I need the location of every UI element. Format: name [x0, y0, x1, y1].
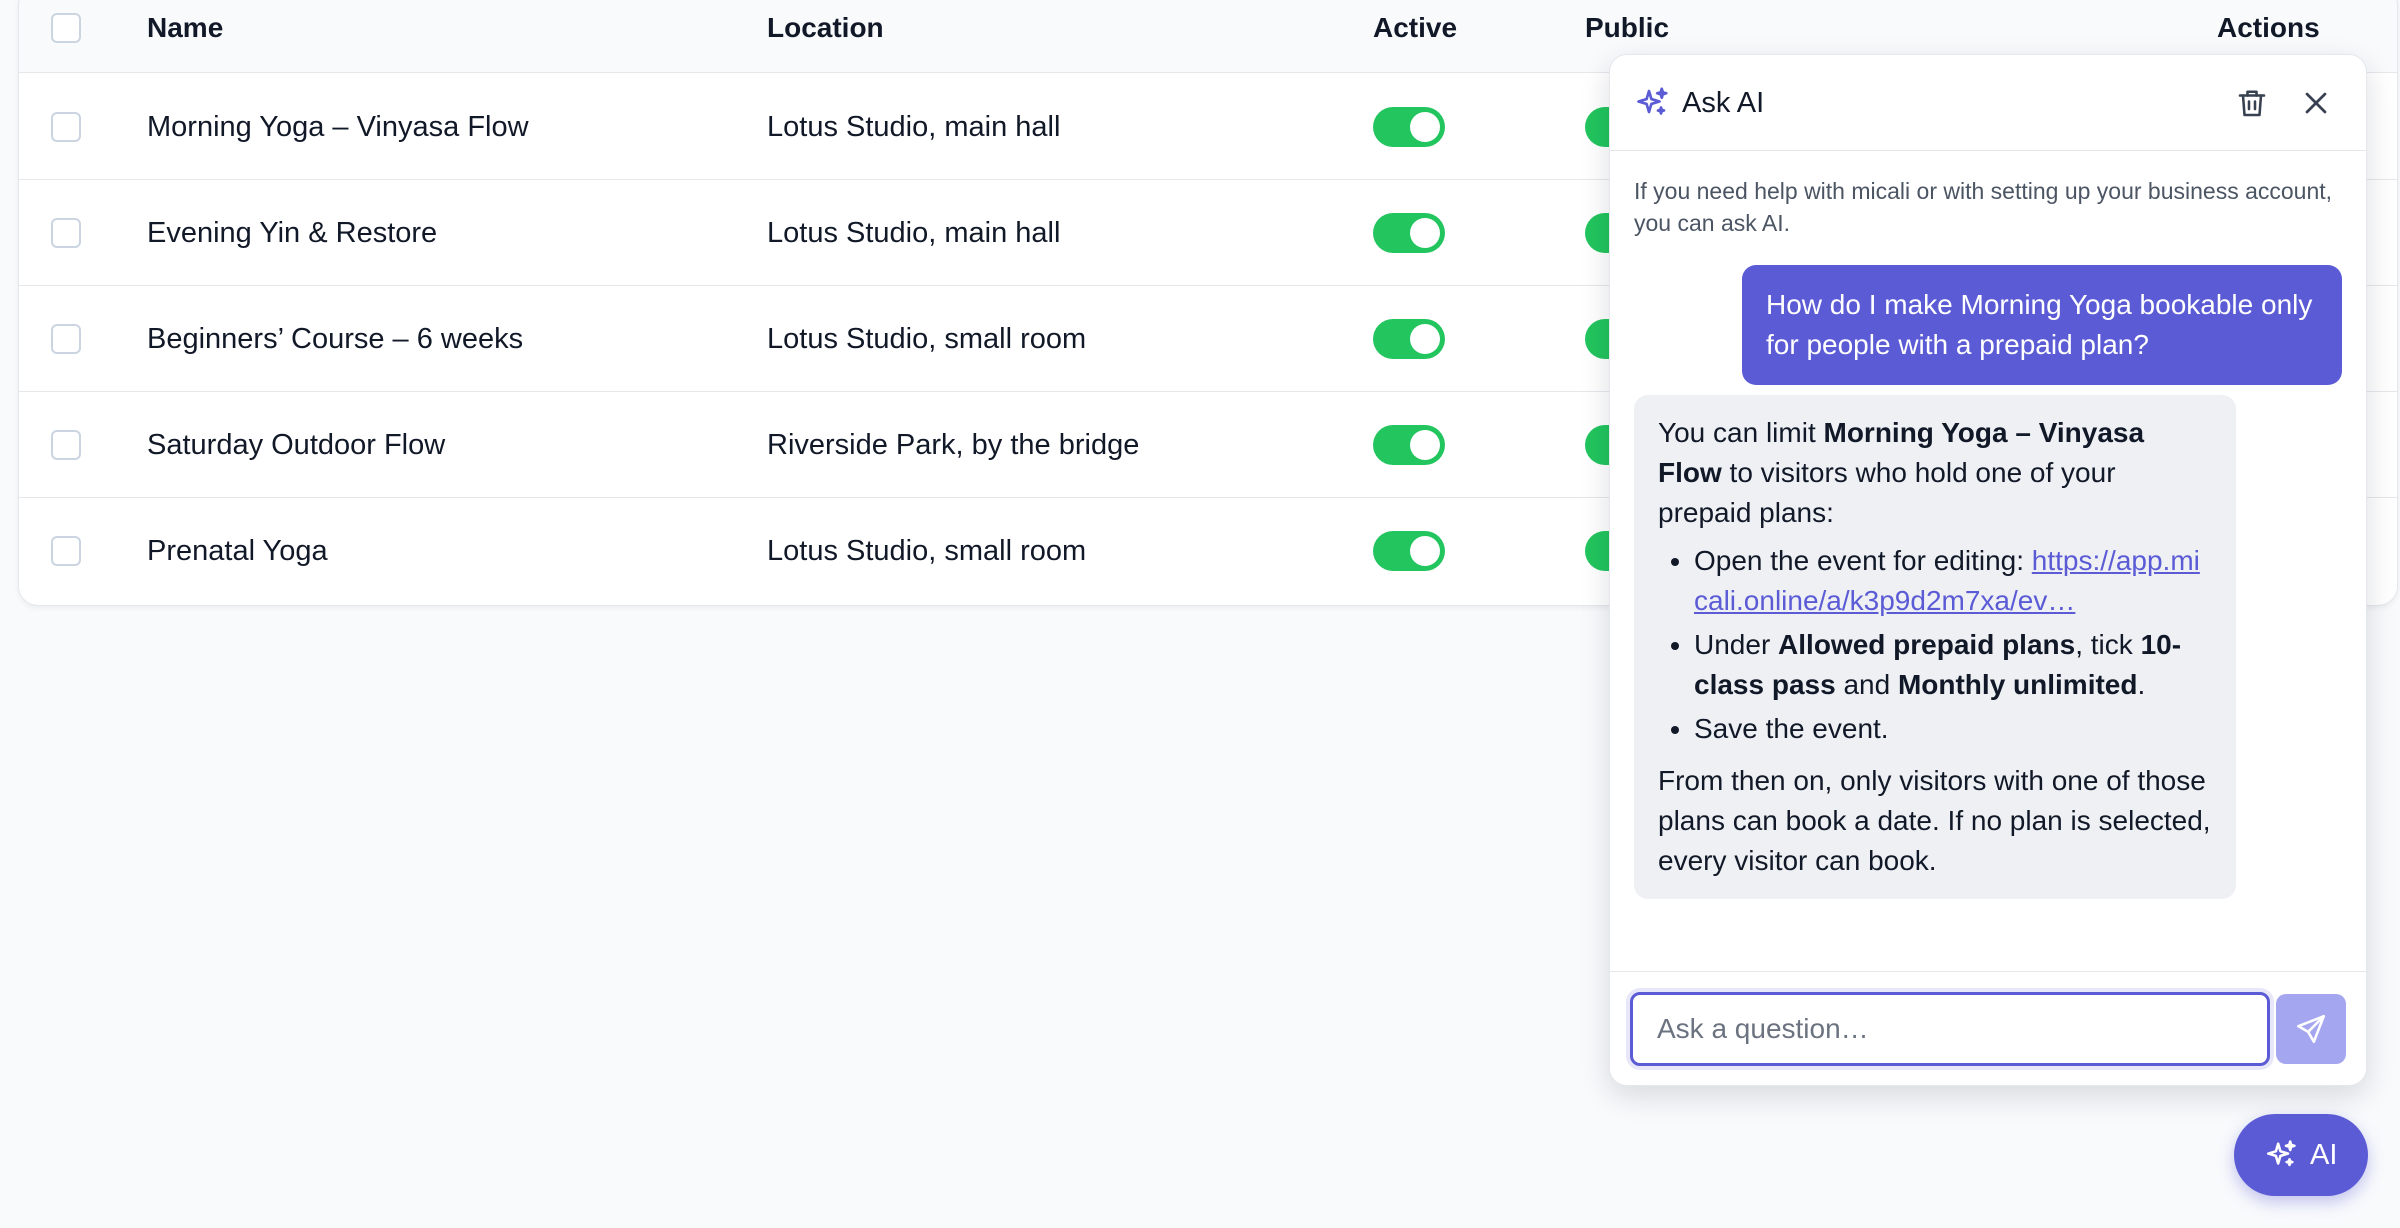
- event-location: Lotus Studio, main hall: [767, 217, 1061, 249]
- user-message: How do I make Morning Yoga bookable only…: [1742, 265, 2342, 385]
- reply-steps: Open the event for editing: https://app.…: [1694, 541, 2212, 749]
- column-header-location[interactable]: Location: [767, 1, 884, 55]
- column-header-public[interactable]: Public: [1585, 1, 1669, 55]
- reply-step: Save the event.: [1694, 709, 2212, 749]
- ai-reply: You can limit Morning Yoga – Vinyasa Flo…: [1634, 395, 2236, 899]
- send-icon: [2296, 1014, 2326, 1044]
- column-header-name[interactable]: Name: [147, 1, 223, 55]
- trash-icon[interactable]: [2234, 85, 2270, 121]
- event-name[interactable]: Morning Yoga – Vinyasa Flow: [147, 74, 529, 180]
- event-name[interactable]: Prenatal Yoga: [147, 498, 328, 604]
- active-toggle[interactable]: [1373, 107, 1445, 147]
- sparkles-icon: [1637, 87, 1668, 115]
- panel-footer: [1610, 971, 2366, 1085]
- active-toggle[interactable]: [1373, 531, 1445, 571]
- event-name[interactable]: Evening Yin & Restore: [147, 180, 437, 286]
- close-icon[interactable]: [2298, 85, 2334, 121]
- sparkles-icon: [2266, 1140, 2296, 1167]
- reply-step: Open the event for editing: https://app.…: [1694, 541, 2212, 621]
- row-checkbox[interactable]: [51, 324, 81, 354]
- row-checkbox[interactable]: [51, 112, 81, 142]
- ask-ai-panel: Ask AI If you need help with micali or w…: [1609, 54, 2367, 1086]
- column-header-active[interactable]: Active: [1373, 1, 1457, 55]
- panel-intro-text: If you need help with micali or with set…: [1634, 178, 2333, 236]
- row-checkbox[interactable]: [51, 430, 81, 460]
- reply-paragraph: From then on, only visitors with one of …: [1658, 765, 2211, 876]
- event-location: Lotus Studio, main hall: [767, 111, 1061, 143]
- row-checkbox[interactable]: [51, 536, 81, 566]
- panel-header: Ask AI: [1610, 55, 2366, 151]
- select-all-checkbox[interactable]: [51, 13, 81, 43]
- ai-fab-button[interactable]: AI: [2234, 1114, 2368, 1196]
- event-location: Lotus Studio, small room: [767, 323, 1087, 355]
- active-toggle[interactable]: [1373, 425, 1445, 465]
- column-header-actions: Actions: [2217, 12, 2320, 43]
- active-toggle[interactable]: [1373, 213, 1445, 253]
- ai-fab-label: AI: [2310, 1139, 2338, 1171]
- ask-question-input[interactable]: [1630, 992, 2270, 1066]
- active-toggle[interactable]: [1373, 319, 1445, 359]
- reply-step: Under Allowed prepaid plans, tick 10-cla…: [1694, 625, 2212, 705]
- reply-paragraph: You can limit Morning Yoga – Vinyasa Flo…: [1658, 417, 2145, 528]
- panel-title: Ask AI: [1682, 87, 1765, 119]
- event-name[interactable]: Beginners’ Course – 6 weeks: [147, 286, 523, 392]
- row-checkbox[interactable]: [51, 218, 81, 248]
- event-location: Riverside Park, by the bridge: [767, 429, 1140, 461]
- event-location: Lotus Studio, small room: [767, 535, 1087, 567]
- send-button[interactable]: [2276, 994, 2346, 1064]
- event-name[interactable]: Saturday Outdoor Flow: [147, 392, 445, 498]
